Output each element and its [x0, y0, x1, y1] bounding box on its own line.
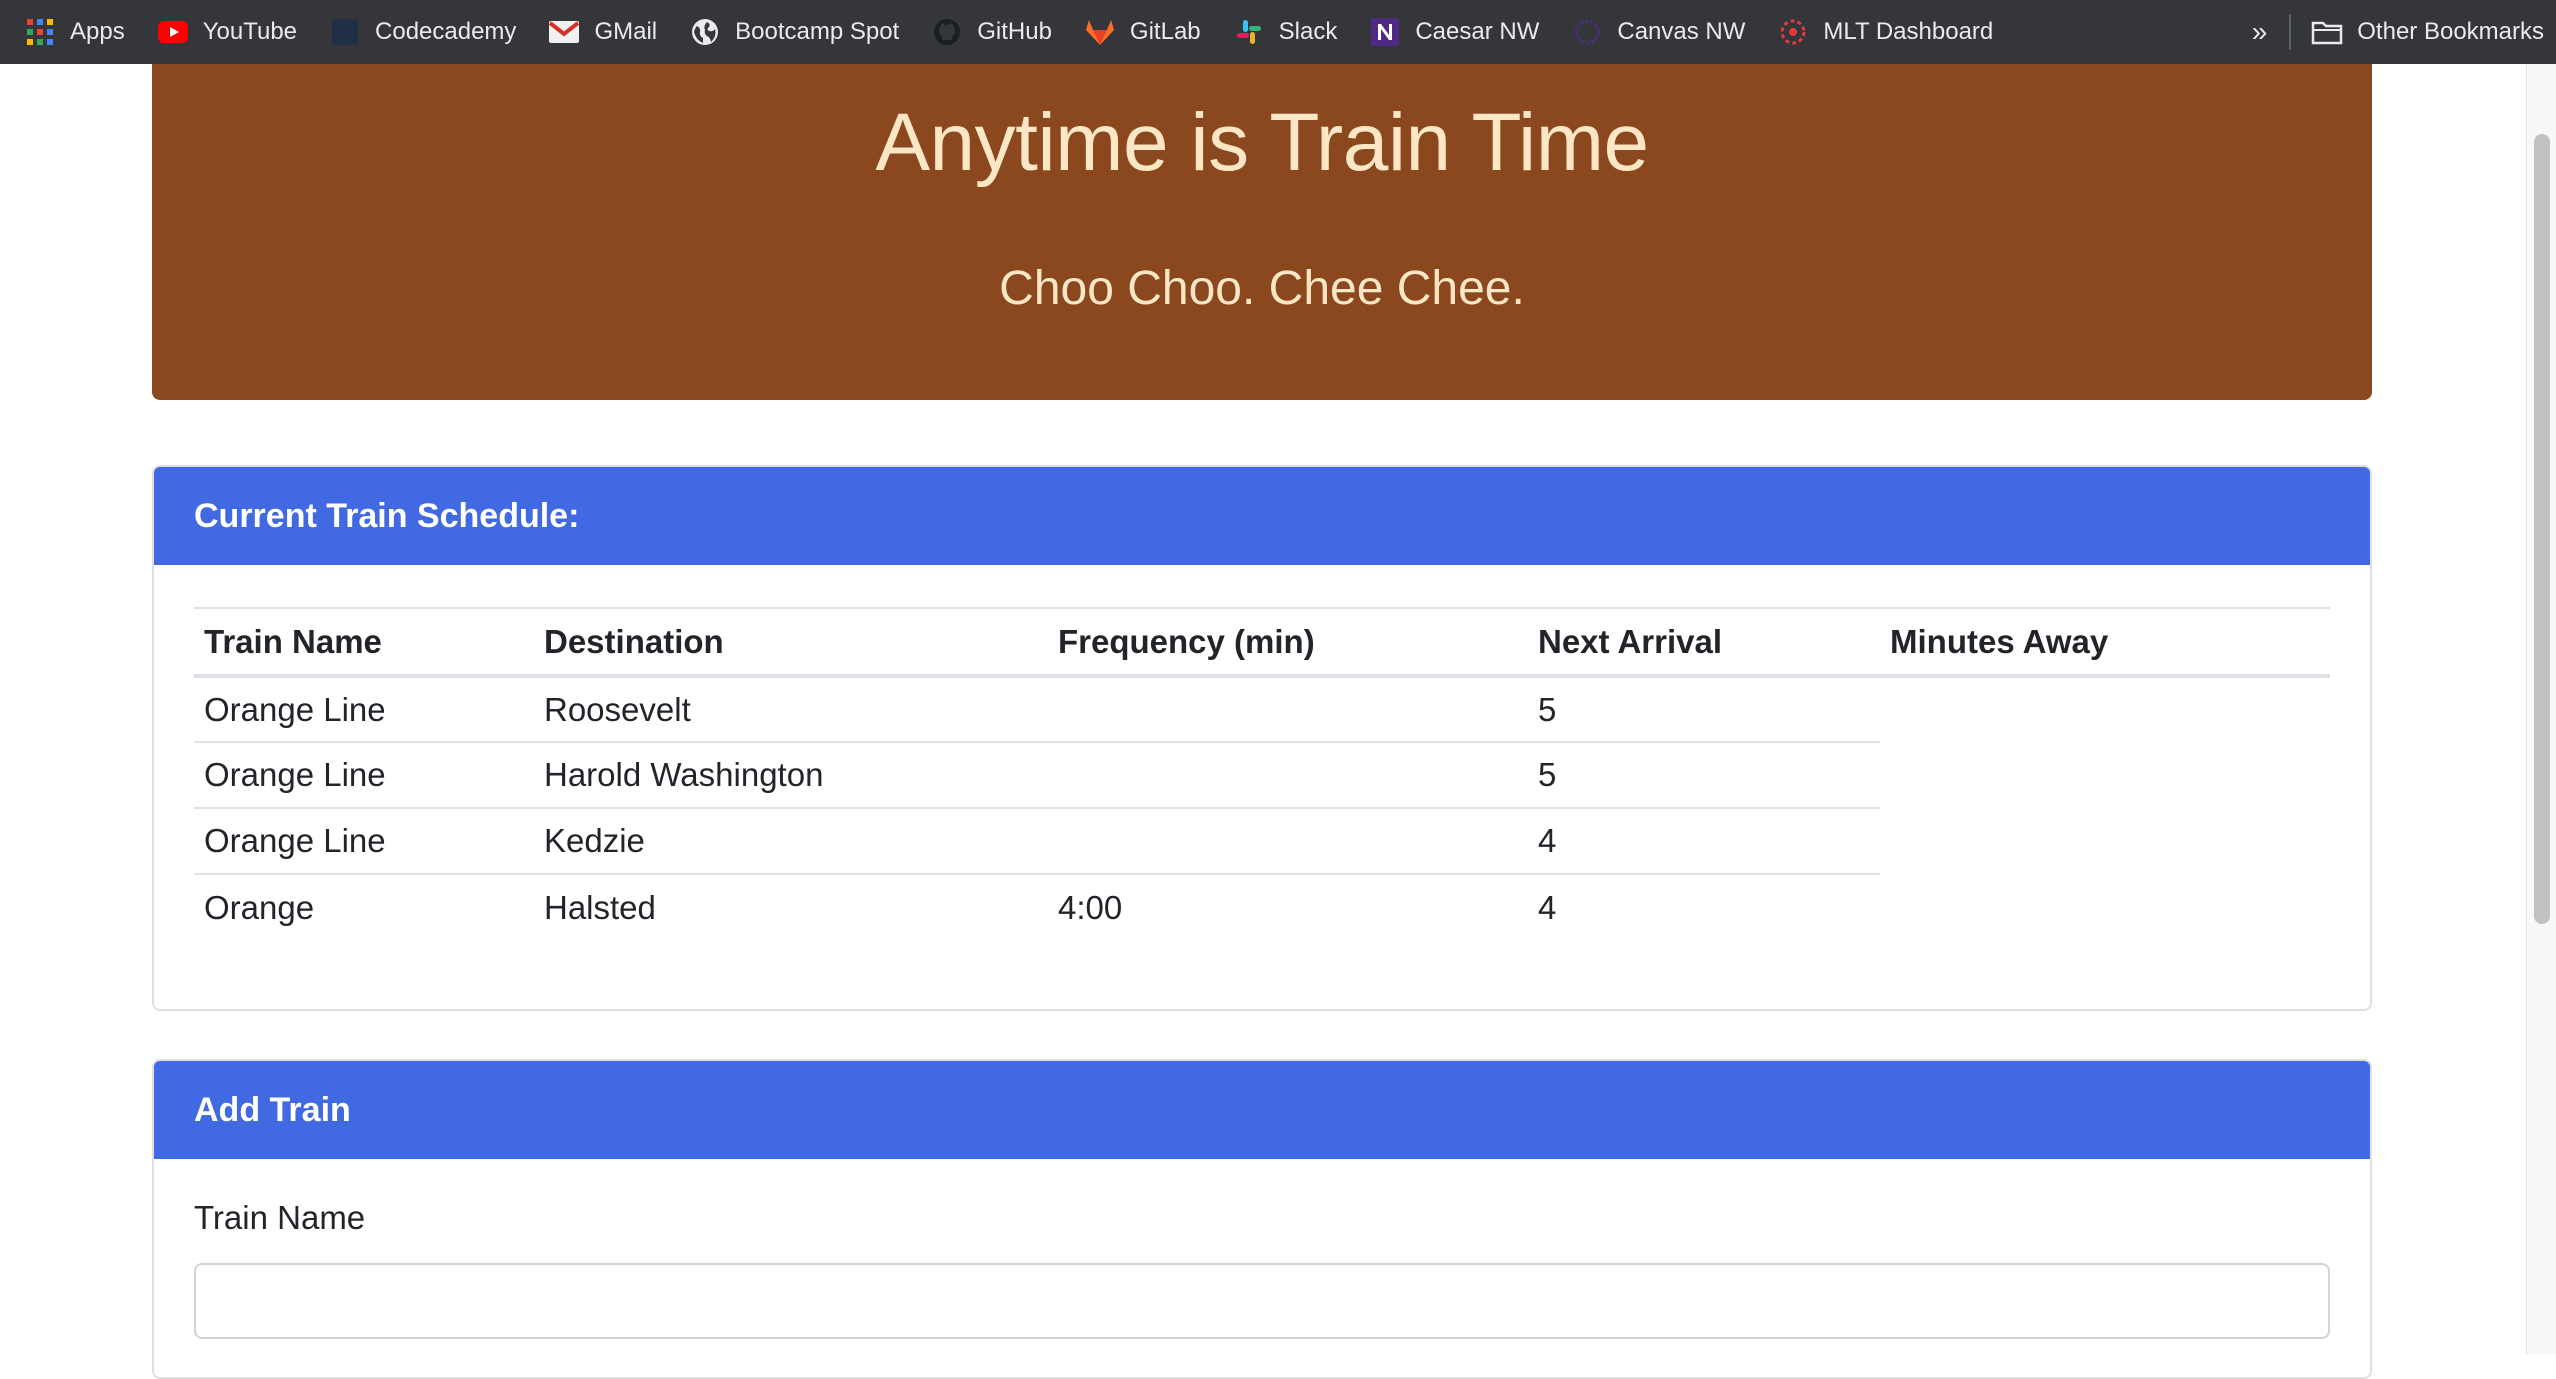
bookmark-label: GitHub	[977, 18, 1052, 45]
add-train-card-header: Add Train	[154, 1061, 2370, 1159]
bookmark-label: Caesar NW	[1415, 18, 1540, 45]
northwestern-icon	[1369, 16, 1401, 48]
train-name-input[interactable]	[194, 1263, 2330, 1339]
cell-destination: Roosevelt	[534, 676, 1048, 743]
bookmarks-right: » Other Bookmarks	[2252, 8, 2544, 56]
bookmark-label: GitLab	[1129, 18, 1201, 45]
bookmark-codecademy[interactable]: Codecademy	[329, 8, 536, 56]
cell-next-arrival: 4	[1528, 808, 1880, 875]
bookmark-label: Codecademy	[375, 18, 517, 45]
page-title: Anytime is Train Time	[875, 97, 1649, 188]
table-row: Orange Line Kedzie 4	[194, 808, 2330, 875]
bookmark-label: Slack	[1278, 18, 1338, 45]
add-train-card: Add Train Train Name	[152, 1059, 2372, 1379]
cell-destination: Kedzie	[534, 808, 1048, 875]
train-name-label: Train Name	[194, 1199, 366, 1236]
cell-frequency: 4:00	[1058, 888, 1123, 926]
column-header-destination: Destination	[534, 607, 1048, 678]
bookmarks-bar: Apps YouTube Codecademy GMail Bootcamp S…	[0, 0, 2556, 64]
cell-frequency	[1048, 742, 1528, 809]
other-bookmarks-label: Other Bookmarks	[2357, 18, 2544, 45]
cell-minutes-away	[1880, 808, 2330, 874]
column-header-minutes-away: Minutes Away	[1880, 607, 2330, 678]
bookmark-label: YouTube	[202, 18, 298, 45]
bookmark-apps[interactable]: Apps	[24, 8, 145, 56]
globe-icon	[689, 16, 721, 48]
page-scrollbar[interactable]	[2526, 64, 2556, 1354]
cell-train-name: Orange Line	[194, 742, 534, 809]
cell-minutes-away	[1880, 676, 2330, 742]
cell-train-name: Orange	[204, 888, 315, 926]
bookmark-bootcamp-spot[interactable]: Bootcamp Spot	[689, 8, 919, 56]
scrollbar-thumb[interactable]	[2534, 134, 2550, 924]
column-header-frequency: Frequency (min)	[1048, 607, 1528, 678]
bookmark-label: Apps	[70, 18, 125, 45]
bookmark-label: Bootcamp Spot	[735, 18, 900, 45]
bookmark-label: MLT Dashboard	[1823, 18, 1994, 45]
folder-icon	[2311, 16, 2343, 48]
slack-icon	[1233, 16, 1265, 48]
column-header-next-arrival: Next Arrival	[1528, 607, 1880, 678]
jumbotron: Anytime is Train Time Choo Choo. Chee Ch…	[152, 64, 2372, 400]
bookmark-github[interactable]: GitHub	[931, 8, 1072, 56]
cell-train-name: Orange Line	[194, 808, 534, 875]
codecademy-icon	[329, 16, 361, 48]
page-subtitle: Choo Choo. Chee Chee.	[999, 262, 1525, 315]
schedule-card-header: Current Train Schedule:	[154, 467, 2370, 565]
cell-frequency	[1048, 676, 1528, 743]
canvas-icon	[1571, 16, 1603, 48]
bookmark-slack[interactable]: Slack	[1233, 8, 1358, 56]
cell-destination: Halsted	[544, 888, 656, 926]
column-header-train-name: Train Name	[194, 607, 534, 678]
table-row: Orange Halsted 4:00 4	[194, 874, 2330, 940]
apps-grid-icon	[24, 16, 56, 48]
bookmarks-overflow-button[interactable]: »	[2252, 16, 2268, 48]
cell-next-arrival: 5	[1528, 676, 1880, 743]
other-bookmarks-button[interactable]: Other Bookmarks	[2311, 8, 2544, 56]
table-row: Orange Line Harold Washington 5	[194, 742, 2330, 809]
bookmark-mlt-dashboard[interactable]: MLT Dashboard	[1777, 8, 2013, 56]
bookmark-gmail[interactable]: GMail	[548, 8, 677, 56]
cell-train-name: Orange Line	[194, 676, 534, 743]
cell-frequency	[1048, 808, 1528, 875]
schedule-table: Train Name Destination Frequency (min) N…	[194, 607, 2330, 940]
table-row: Orange Line Roosevelt 5	[194, 676, 2330, 743]
mlt-icon	[1777, 16, 1809, 48]
cell-next-arrival: 4	[1538, 888, 1557, 926]
youtube-icon	[157, 16, 189, 48]
bookmark-youtube[interactable]: YouTube	[157, 8, 317, 56]
gitlab-icon	[1084, 16, 1116, 48]
bookmark-caesar-nw[interactable]: Caesar NW	[1369, 8, 1559, 56]
github-icon	[931, 16, 963, 48]
cell-next-arrival: 5	[1528, 742, 1880, 809]
gmail-icon	[548, 16, 580, 48]
cell-destination: Harold Washington	[534, 742, 1048, 809]
table-header-row: Train Name Destination Frequency (min) N…	[194, 607, 2330, 678]
cell-minutes-away	[1880, 874, 2330, 940]
schedule-card: Current Train Schedule: Train Name Desti…	[152, 465, 2372, 1011]
bookmark-label: Canvas NW	[1617, 18, 1746, 45]
bookmarks-divider	[2289, 14, 2292, 50]
cell-minutes-away	[1880, 742, 2330, 808]
bookmark-label: GMail	[594, 18, 658, 45]
bookmark-canvas-nw[interactable]: Canvas NW	[1571, 8, 1765, 56]
bookmark-gitlab[interactable]: GitLab	[1084, 8, 1221, 56]
